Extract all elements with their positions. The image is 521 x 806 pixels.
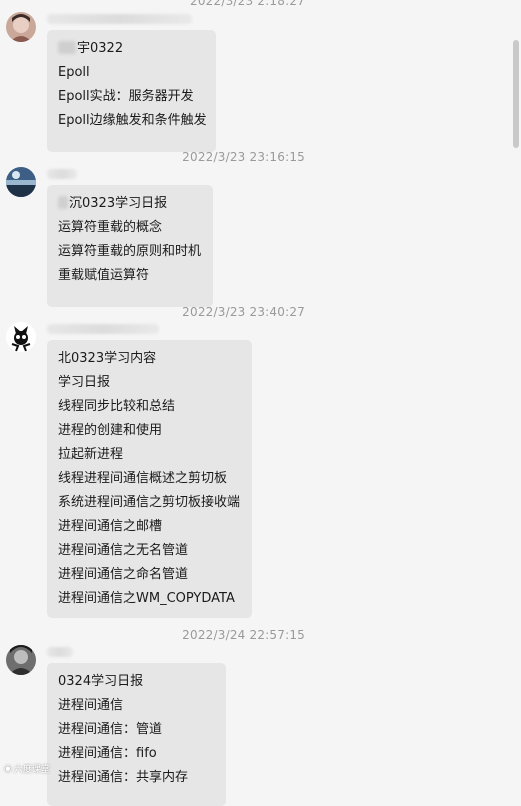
- landscape-avatar-icon: [6, 167, 36, 197]
- portrait-avatar-icon: [6, 645, 36, 675]
- sender-nickname: [47, 14, 192, 24]
- redacted-name: [58, 196, 68, 209]
- message-line: 宇0322: [58, 37, 204, 61]
- message-bubble[interactable]: 沉0323学习日报 运算符重载的概念 运算符重载的原则和时机 重载赋值运算符: [47, 185, 213, 307]
- message-line: 进程间通信: [58, 698, 124, 713]
- message-line: Epoll: [58, 65, 90, 80]
- avatar-user-4[interactable]: [6, 645, 36, 675]
- message-line: 线程同步比较和总结: [58, 399, 176, 414]
- portrait-avatar-icon: [6, 12, 36, 42]
- sender-nickname: [47, 169, 77, 179]
- avatar-user-2[interactable]: [6, 167, 36, 197]
- message-line: Epoll实战：服务器开发: [58, 89, 194, 104]
- avatar-user-3[interactable]: [6, 322, 36, 352]
- redacted-name: [58, 41, 76, 54]
- message-bubble[interactable]: 0324学习日报 进程间通信 进程间通信：管道 进程间通信：fifo 进程间通信…: [47, 663, 226, 806]
- message-line: 进程间通信之WM_COPYDATA: [58, 591, 235, 606]
- mascot-avatar-icon: [6, 322, 36, 352]
- message-timestamp: 2022/3/23 2:18:27: [189, 0, 305, 8]
- message-line: 北0323学习内容: [58, 351, 157, 366]
- message-line: 运算符重载的概念: [58, 220, 163, 235]
- message-line: 进程间通信：共享内存: [58, 770, 189, 785]
- message-line: 系统进程间通信之剪切板接收端: [58, 495, 241, 510]
- message-line: 0324学习日报: [58, 674, 144, 689]
- message-line: 进程间通信：fifo: [58, 746, 157, 761]
- message-line: 线程进程间通信概述之剪切板: [58, 471, 228, 486]
- scrollbar-thumb[interactable]: [513, 40, 519, 148]
- message-line: 拉起新进程: [58, 447, 124, 462]
- message-bubble[interactable]: 北0323学习内容 学习日报 线程同步比较和总结 进程的创建和使用 拉起新进程 …: [47, 340, 252, 618]
- watermark-text: 六度课堂: [13, 765, 50, 775]
- sender-nickname: [47, 324, 159, 334]
- message-line: 进程间通信之命名管道: [58, 567, 189, 582]
- message-line: 进程间通信之邮槽: [58, 519, 163, 534]
- message-line: 沉0323学习日报: [58, 192, 201, 216]
- sender-nickname: [47, 647, 73, 657]
- camera-icon: ◉: [4, 763, 12, 774]
- message-line: 重载赋值运算符: [58, 268, 150, 283]
- avatar-user-1[interactable]: [6, 12, 36, 42]
- message-line: 进程间通信之无名管道: [58, 543, 189, 558]
- message-line: 学习日报: [58, 375, 111, 390]
- message-bubble[interactable]: 宇0322 Epoll Epoll实战：服务器开发 Epoll边缘触发和条件触发: [47, 30, 216, 152]
- message-timestamp: 2022/3/24 22:57:15: [182, 628, 305, 642]
- message-line: 运算符重载的原则和时机: [58, 244, 202, 259]
- message-line: 进程的创建和使用: [58, 423, 163, 438]
- message-line: Epoll边缘触发和条件触发: [58, 113, 207, 128]
- message-timestamp: 2022/3/23 23:16:15: [182, 150, 305, 164]
- message-timestamp: 2022/3/23 23:40:27: [182, 305, 305, 319]
- message-line: 进程间通信：管道: [58, 722, 163, 737]
- watermark: ◉ 六度课堂: [4, 762, 50, 776]
